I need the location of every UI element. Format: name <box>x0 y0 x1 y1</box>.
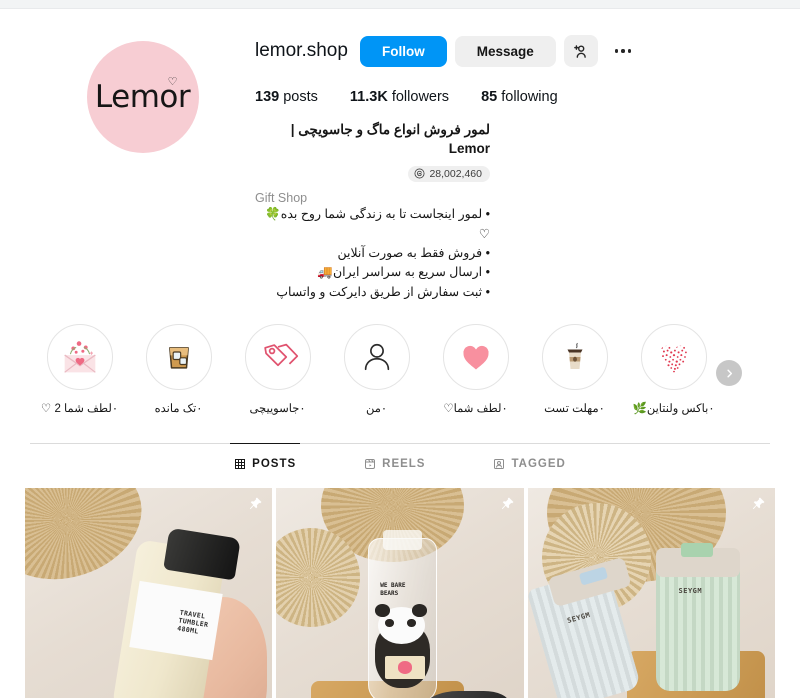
profile-bio: لمور فروش انواع ماگ و جاسویچی | Lemor 28… <box>255 121 490 302</box>
bio-line-1: • لمور اینجاست تا به زندگی شما روح بده🍀♡ <box>265 207 490 241</box>
more-options-icon[interactable] <box>606 35 640 67</box>
highlight-cover <box>541 324 608 391</box>
highlight-label: ۰لطف شما♡ <box>443 403 508 416</box>
tab-label: TAGGED <box>511 458 566 471</box>
username-row: lemor.shop Follow Message <box>255 35 770 67</box>
avatar-column: Lemor ♡ <box>30 31 255 302</box>
bio-title: لمور فروش انواع ماگ و جاسویچی | Lemor <box>290 122 490 156</box>
tab-reels[interactable]: REELS <box>360 443 429 482</box>
highlight-cover <box>442 324 509 391</box>
highlight-cover <box>145 324 212 391</box>
follow-button[interactable]: Follow <box>359 35 447 67</box>
pink-heart-icon <box>462 346 489 370</box>
highlight-cover <box>640 324 707 391</box>
bio-category: Gift Shop <box>255 191 308 206</box>
post-seygm-mugs[interactable]: SEYGM SEYGM <box>527 488 775 698</box>
tab-tagged[interactable]: TAGGED <box>489 443 569 482</box>
highlight-label: ۰تک مانده <box>154 403 203 416</box>
coffee-cup-icon <box>567 343 582 370</box>
stat-posts: 139 posts <box>255 89 318 105</box>
profile-page: Lemor ♡ lemor.shop Follow Message 139 po… <box>0 9 800 698</box>
post-caption-line: WE BARE <box>380 582 406 590</box>
post-image: WE BARE BEARS <box>276 488 524 698</box>
heart-icon: ♡ <box>167 76 178 88</box>
love-envelope-icon <box>63 341 96 373</box>
browser-top-bar <box>0 0 800 9</box>
grid-icon <box>235 459 246 470</box>
highlight-person[interactable]: ۰من <box>327 324 426 415</box>
post-we-bare-bears-bottle[interactable]: WE BARE BEARS <box>276 488 524 698</box>
pin-icon <box>500 496 515 516</box>
stat-following[interactable]: 85 following <box>481 89 558 105</box>
profile-username: lemor.shop <box>255 40 348 61</box>
profile-avatar[interactable]: Lemor ♡ <box>86 41 199 153</box>
highlight-label: ۰لطف شما 2 ♡ <box>40 403 119 416</box>
threads-count: 28,002,460 <box>429 167 482 180</box>
highlights-next-button[interactable] <box>716 360 742 387</box>
highlight-label: ۰باکس ولنتاین🌿 <box>632 403 715 416</box>
price-tags-icon <box>263 343 298 367</box>
profile-tabs: POSTS REELS TAGGED <box>30 443 770 482</box>
person-add-icon[interactable] <box>563 35 598 67</box>
heart-confetti-icon <box>660 345 687 373</box>
highlight-love-envelope[interactable]: ۰لطف شما 2 ♡ <box>30 324 129 415</box>
message-button[interactable]: Message <box>454 35 556 67</box>
tab-label: POSTS <box>252 458 297 471</box>
tab-posts[interactable]: POSTS <box>230 443 301 482</box>
tab-label: REELS <box>382 458 426 471</box>
post-travel-tumbler[interactable]: TRAVEL TUMBLER 480ML <box>25 488 273 698</box>
post-grid: TRAVEL TUMBLER 480ML WE BARE BEARS SEYGM… <box>0 482 800 698</box>
person-icon <box>364 344 389 371</box>
bio-line-3: • ارسال سریع به سراسر ایران🚚 <box>317 265 490 280</box>
highlight-cover <box>244 324 311 391</box>
reels-icon <box>365 459 376 470</box>
highlight-label: ۰من <box>365 403 388 416</box>
highlight-cover <box>343 324 410 391</box>
pin-icon <box>248 496 263 516</box>
profile-info-column: lemor.shop Follow Message 139 posts 11.3… <box>255 31 770 302</box>
highlight-label: ۰جاسوییچی <box>249 403 306 416</box>
highlight-iced-drink[interactable]: ۰تک مانده <box>129 324 228 415</box>
pin-icon <box>751 496 766 516</box>
highlight-price-tags[interactable]: ۰جاسوییچی <box>228 324 327 415</box>
highlight-heart-confetti[interactable]: ۰باکس ولنتاین🌿 <box>624 324 723 415</box>
highlight-label: ۰مهلت تست <box>544 403 605 416</box>
highlight-cover <box>46 324 113 391</box>
post-image: SEYGM SEYGM <box>527 488 775 698</box>
post-image: TRAVEL TUMBLER 480ML <box>25 488 273 698</box>
highlight-pink-heart[interactable]: ۰لطف شما♡ <box>426 324 525 415</box>
profile-stats: 139 posts 11.3K followers 85 following <box>255 89 770 105</box>
highlight-coffee-cup[interactable]: ۰مهلت تست <box>525 324 624 415</box>
bio-line-4: • ثبت سفارش از طریق دایرکت و واتساپ <box>276 284 490 299</box>
tagged-icon <box>494 459 505 470</box>
profile-header: Lemor ♡ lemor.shop Follow Message 139 po… <box>0 9 800 302</box>
bio-line-2: • فروش فقط به صورت آنلاین <box>337 246 490 261</box>
iced-drink-icon <box>168 347 189 369</box>
stat-followers[interactable]: 11.3K followers <box>350 89 449 105</box>
chevron-right-icon <box>726 369 732 378</box>
story-highlights: ۰لطف شما 2 ♡ ۰تک مانده ۰جاسوییچی ۰من ۰لط… <box>0 302 800 415</box>
threads-badge[interactable]: 28,002,460 <box>408 165 490 182</box>
